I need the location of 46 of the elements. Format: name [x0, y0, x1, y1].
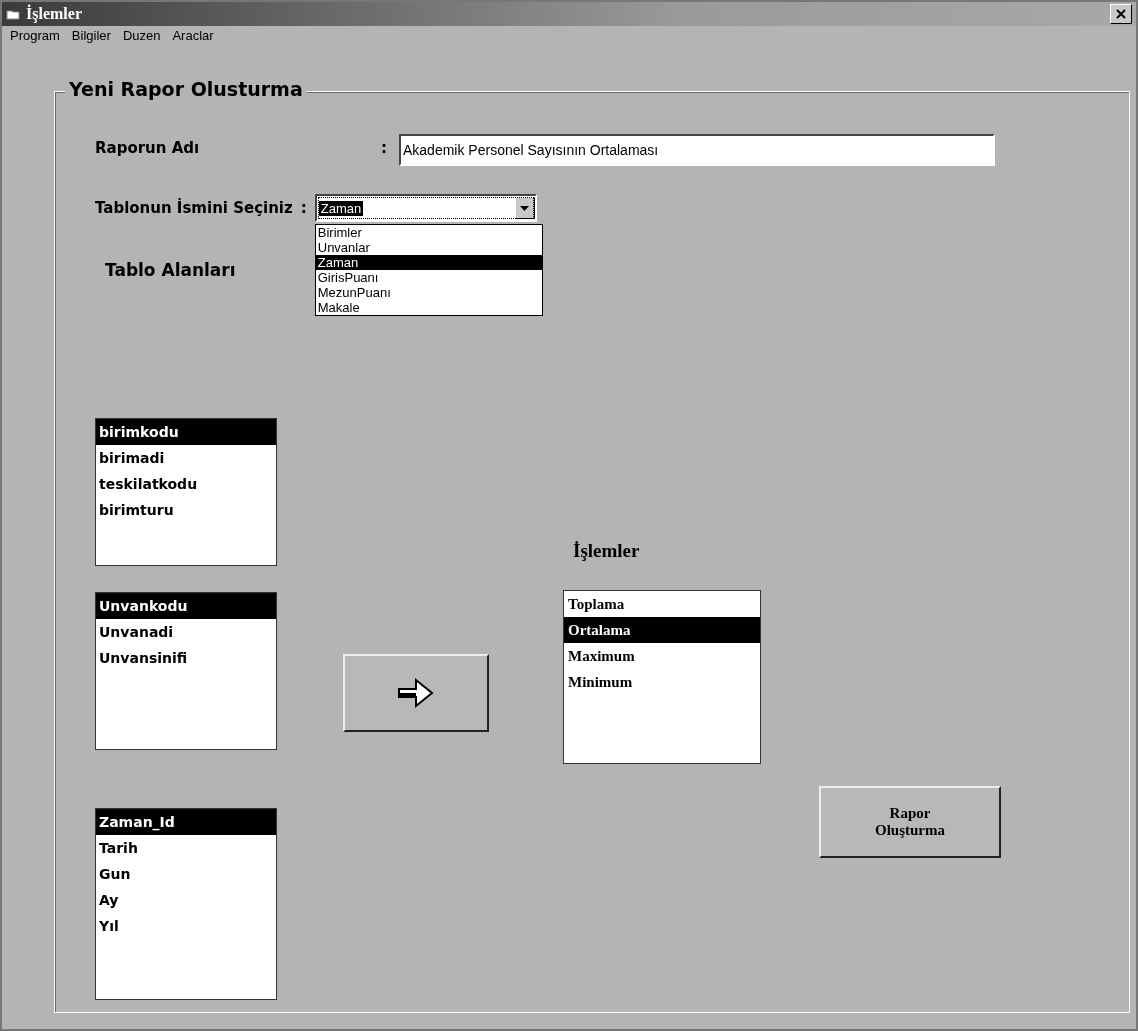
operation-item[interactable]: Toplama [564, 591, 760, 617]
field-item[interactable]: Unvansinifi [96, 645, 276, 671]
dropdown-option[interactable]: Makale [315, 300, 542, 315]
table-dropdown[interactable]: Zaman [314, 194, 537, 222]
window-icon [6, 8, 20, 20]
dropdown-option[interactable]: Unvanlar [315, 240, 542, 255]
field-item[interactable]: birimkodu [96, 419, 276, 445]
menu-item[interactable]: Araclar [172, 28, 214, 43]
field-listbox[interactable]: Zaman_Id Tarih Gun Ay Yıl [95, 808, 277, 1000]
field-item[interactable]: birimturu [96, 497, 276, 523]
menu-item[interactable]: Program [10, 28, 60, 43]
field-item[interactable]: Zaman_Id [96, 809, 276, 835]
menu-item[interactable]: Duzen [122, 28, 161, 43]
dropdown-option[interactable]: MezunPuanı [315, 285, 542, 300]
create-report-button[interactable]: Rapor Oluşturma [819, 786, 1001, 858]
operations-label: İşlemler [573, 540, 641, 562]
group-title: Yeni Rapor Olusturma [65, 78, 307, 100]
field-item[interactable]: teskilatkodu [96, 471, 276, 497]
dropdown-option[interactable]: Zaman [315, 255, 542, 270]
add-arrow-button[interactable] [343, 654, 489, 732]
field-item[interactable]: Yıl [96, 913, 276, 939]
operations-listbox[interactable]: Toplama Ortalama Maximum Minimum [563, 590, 761, 764]
table-select-label: Tablonun İsmini Seçiniz [95, 197, 293, 219]
field-listbox[interactable]: Unvankodu Unvanadi Unvansinifi [95, 592, 277, 750]
dropdown-option[interactable]: GirisPuanı [315, 270, 542, 285]
field-item[interactable]: Unvankodu [96, 593, 276, 619]
colon: : [381, 139, 388, 157]
fields-label: Tablo Alanları [105, 260, 237, 280]
field-item[interactable]: Tarih [96, 835, 276, 861]
field-item[interactable]: Ay [96, 887, 276, 913]
operation-item[interactable]: Maximum [564, 643, 760, 669]
close-icon [1115, 8, 1127, 20]
operation-item[interactable]: Minimum [564, 669, 760, 695]
close-button[interactable] [1110, 4, 1132, 24]
window-title: İşlemler [26, 5, 83, 23]
field-item[interactable]: Gun [96, 861, 276, 887]
report-name-label: Raporun Adı [95, 139, 201, 157]
operation-item[interactable]: Ortalama [564, 617, 760, 643]
colon: : [300, 198, 308, 219]
field-listbox[interactable]: birimkodu birimadi teskilatkodu birimturu [95, 418, 277, 566]
right-arrow-icon [396, 676, 436, 710]
field-item[interactable]: birimadi [96, 445, 276, 471]
field-item[interactable]: Unvanadi [96, 619, 276, 645]
menu-item[interactable]: Bilgiler [71, 28, 111, 43]
report-name-field[interactable]: Akademik Personel Sayısının Ortalaması [399, 134, 995, 166]
dropdown-option[interactable]: Birimler [315, 225, 542, 240]
